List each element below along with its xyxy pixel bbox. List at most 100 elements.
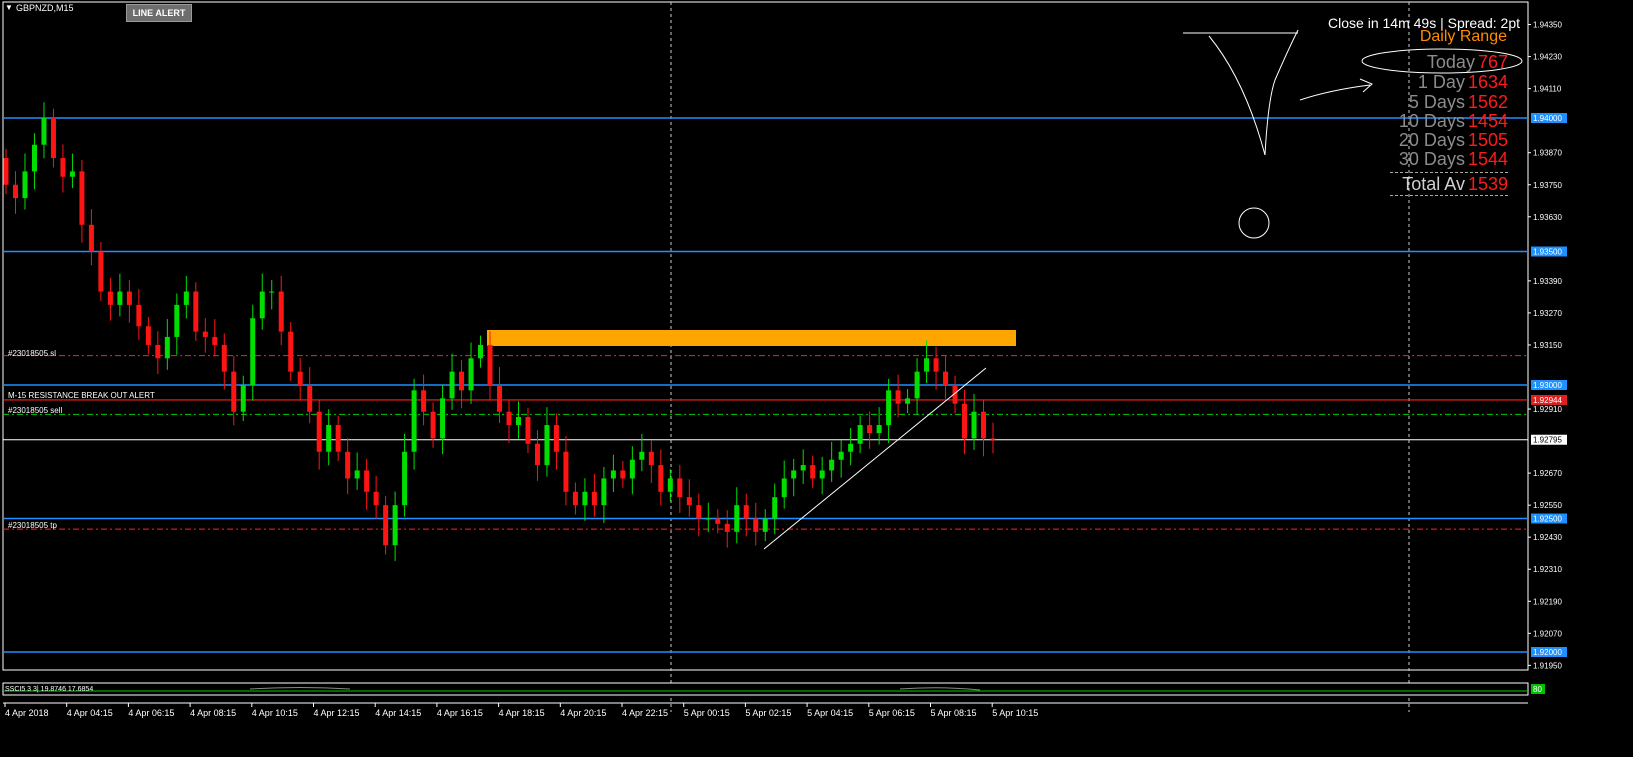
price-tag-label: 1.92500 (1533, 515, 1562, 524)
candle-body (288, 331, 294, 372)
price-tag-label: 1.92000 (1533, 648, 1562, 657)
price-axis-label: 1.92310 (1533, 565, 1562, 574)
candle-body (924, 358, 930, 372)
trendline[interactable] (763, 367, 987, 550)
daily-range-value: 1505 (1467, 130, 1508, 150)
candle-body (534, 443, 540, 466)
candle-body (79, 171, 85, 225)
candle-body (677, 478, 683, 498)
candle-body (715, 518, 721, 524)
candle-body (648, 451, 654, 466)
price-tag-label: 1.93000 (1533, 381, 1562, 390)
candle-body (772, 497, 778, 519)
candle-body (686, 497, 692, 506)
time-axis-label: 5 Apr 08:15 (931, 708, 977, 718)
candle-body (145, 326, 151, 345)
candle-body (22, 171, 28, 199)
candle-body (307, 385, 313, 412)
time-axis-label: 4 Apr 14:15 (375, 708, 421, 718)
candle-body (724, 523, 730, 532)
candle-body (525, 417, 531, 444)
candle-body (838, 451, 844, 460)
candle-body (506, 411, 512, 426)
price-axis-label: 1.93870 (1533, 149, 1562, 158)
daily-range-value: 1634 (1467, 72, 1508, 92)
candle-body (753, 518, 759, 532)
candle-body (212, 336, 218, 345)
candle-body (734, 505, 740, 532)
candle-body (857, 425, 863, 444)
candle-body (98, 251, 104, 292)
candle-body (867, 425, 873, 434)
candle-body (335, 425, 341, 452)
candle-body (933, 358, 939, 372)
candle-body (544, 425, 550, 466)
candle-body (658, 465, 664, 492)
resistance-alert-label: M-15 RESISTANCE BREAK OUT ALERT (8, 391, 155, 400)
candle-body (117, 291, 123, 305)
time-axis-label: 5 Apr 02:15 (745, 708, 791, 718)
line-alert-button[interactable]: LINE ALERT (126, 4, 192, 22)
candle-body (800, 465, 806, 471)
candle-body (107, 291, 113, 305)
chart-window[interactable]: 1.94350 1.94230 1.94110 1.93870 1.93750 1.936… (0, 0, 1633, 752)
candle-body (582, 491, 588, 506)
stop-loss-label: #23018505 sl (8, 349, 57, 358)
candle-body (971, 411, 977, 439)
candle-body (221, 344, 227, 372)
candle-body (164, 336, 170, 359)
candle-body (610, 470, 616, 479)
indicator-label: SSCI5 3 3| 19.8746 17.6854 (5, 686, 94, 693)
time-axis-label: 4 Apr 10:15 (252, 708, 298, 718)
time-axis-label: 4 Apr 2018 (5, 708, 49, 718)
daily-range-row-10days: 10 Days 1454 (1360, 111, 1508, 131)
indicator-window[interactable] (2, 682, 1529, 696)
time-axis-label: 5 Apr 04:15 (807, 708, 853, 718)
candle-body (943, 371, 949, 385)
candle-body (354, 470, 360, 479)
daily-range-label: 1 Day (1417, 72, 1465, 92)
candle-body (383, 505, 389, 546)
daily-range-row-30days: 30 Days 1544 (1360, 149, 1508, 169)
price-axis-label: 1.92070 (1533, 629, 1562, 638)
daily-range-total: Total Av 1539 (1390, 172, 1508, 196)
time-axis-label: 4 Apr 18:15 (499, 708, 545, 718)
symbol-timeframe-label: GBPNZD,M15 (16, 3, 74, 13)
daily-range-title: Daily Range (1419, 28, 1507, 45)
candle-body (3, 158, 9, 185)
symbol-dropdown-icon[interactable]: ▼ (5, 3, 13, 12)
time-axis-label: 4 Apr 22:15 (622, 708, 668, 718)
candle-body (629, 459, 635, 479)
daily-range-label: 20 Days (1398, 130, 1465, 150)
candle-body (762, 518, 768, 532)
candle-body (696, 505, 702, 519)
candle-body (240, 385, 246, 412)
candle-body (895, 390, 901, 404)
candle-body (962, 403, 968, 439)
candle-body (50, 118, 56, 159)
price-axis-label: 1.94230 (1533, 53, 1562, 62)
candle-body (259, 291, 265, 319)
candle-body (905, 398, 911, 404)
daily-range-row-20days: 20 Days 1505 (1360, 130, 1508, 150)
time-axis-label: 4 Apr 16:15 (437, 708, 483, 718)
daily-range-label: 10 Days (1398, 111, 1465, 131)
candle-body (743, 505, 749, 519)
candle-body (620, 470, 626, 479)
price-axis-label: 1.93630 (1533, 213, 1562, 222)
candle-body (269, 291, 275, 293)
candle-body (174, 304, 180, 337)
candle-body (193, 291, 199, 332)
hand-drawn-funnel-annotation (1183, 29, 1299, 156)
time-axis-label: 4 Apr 06:15 (128, 708, 174, 718)
take-profit-label: #23018505 tp (8, 521, 57, 530)
time-axis-label: 5 Apr 10:15 (992, 708, 1038, 718)
candle-body (705, 518, 711, 520)
daily-range-row-1day: 1 Day 1634 (1360, 72, 1508, 92)
price-axis-label: 1.92430 (1533, 533, 1562, 542)
candle-body (231, 371, 237, 412)
resistance-zone-rectangle[interactable] (487, 330, 1016, 346)
price-axis-label: 1.91950 (1533, 661, 1562, 670)
daily-range-value: 1562 (1467, 92, 1508, 112)
price-axis-label: 1.94350 (1533, 21, 1562, 30)
